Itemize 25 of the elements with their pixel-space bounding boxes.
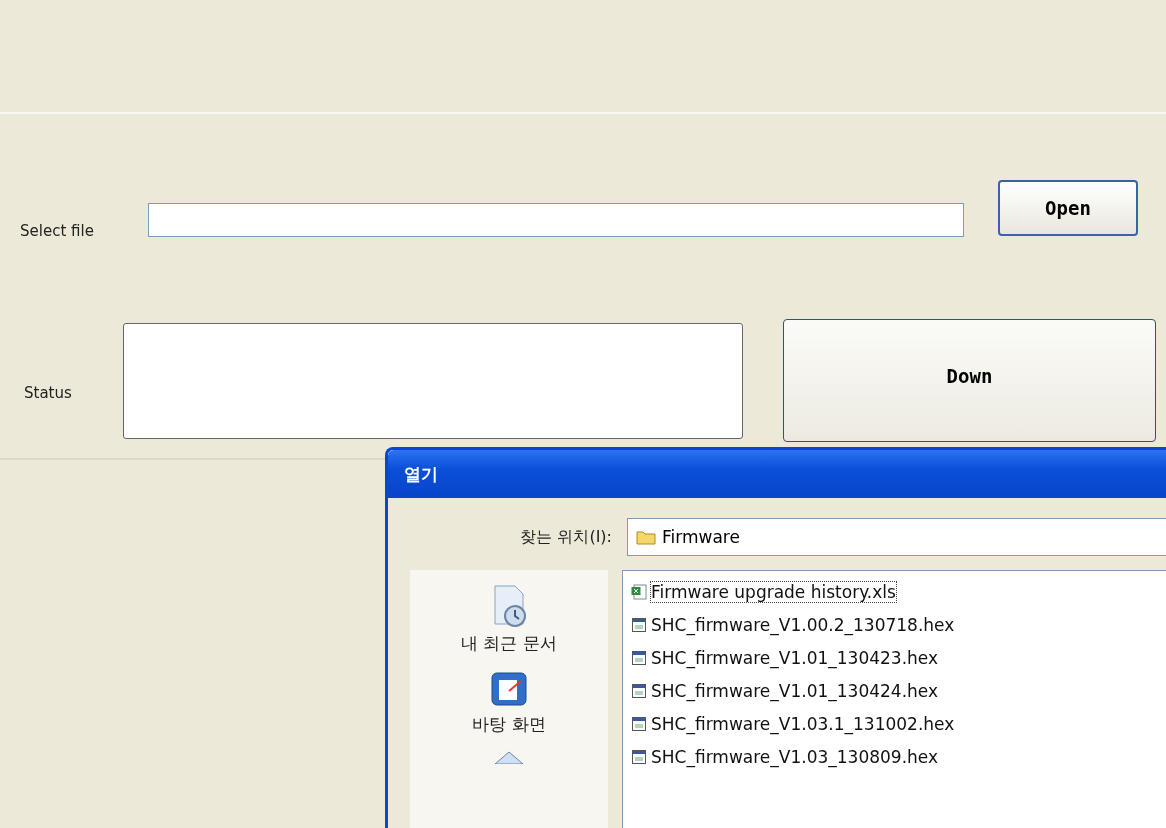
file-icon [631,682,647,699]
folder-icon [636,529,656,545]
file-name[interactable]: SHC_firmware_V1.03_130809.hex [650,745,940,768]
place-label[interactable]: 내 최근 문서 [461,632,557,655]
spreadsheet-file-icon [631,583,647,600]
file-path-field[interactable] [148,203,964,237]
file-name[interactable]: Firmware upgrade history.xls [650,580,897,603]
file-name[interactable]: SHC_firmware_V1.03.1_131002.hex [650,712,956,735]
status-field[interactable] [123,323,743,439]
down-button[interactable]: Down [783,319,1156,442]
place-label[interactable]: 바탕 화면 [472,713,546,736]
dialog-title: 열기 [404,462,438,486]
file-icon [631,715,647,732]
select-file-label: Select file [20,222,95,240]
file-name[interactable]: SHC_firmware_V1.01_130423.hex [650,646,940,669]
status-label: Status [24,384,73,402]
file-icon [631,616,647,633]
look-in-dropdown[interactable]: Firmware [627,518,1166,556]
file-icon [631,649,647,666]
file-icon [631,748,647,765]
file-name[interactable]: SHC_firmware_V1.01_130424.hex [650,679,940,702]
file-name[interactable]: SHC_firmware_V1.00.2_130718.hex [650,613,956,636]
desktop-icon[interactable] [489,669,529,709]
look-in-label: 찾는 위치(I): [519,526,613,548]
open-button[interactable]: Open [998,180,1138,236]
